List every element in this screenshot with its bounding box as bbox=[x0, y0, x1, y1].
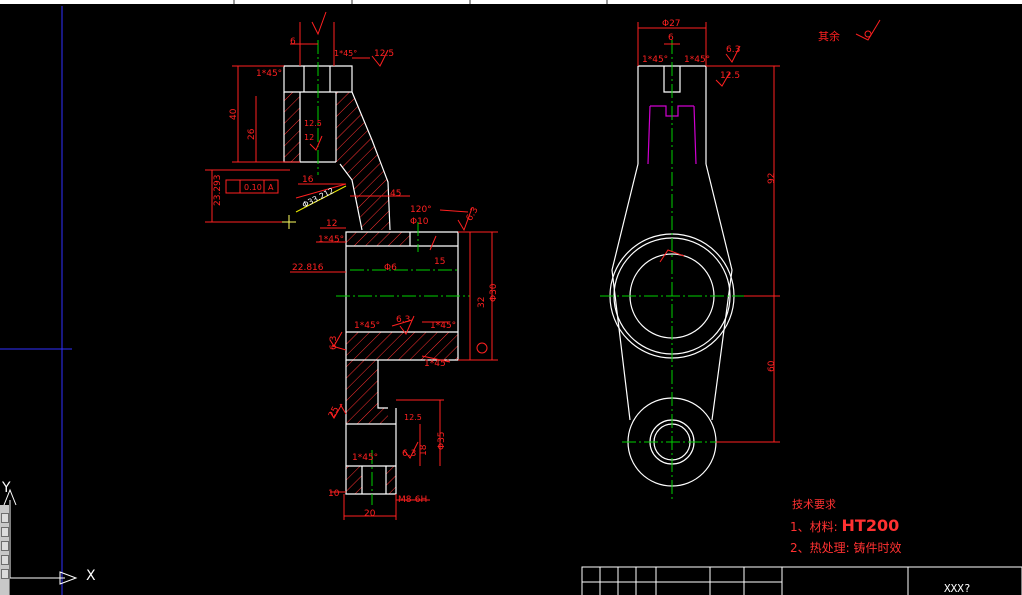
left-view-outline bbox=[283, 65, 459, 495]
tool-button-1[interactable] bbox=[1, 513, 9, 523]
dim-33212: Φ33.212 bbox=[301, 186, 336, 210]
dim-60: 60 bbox=[767, 360, 777, 372]
right-centerlines bbox=[600, 40, 744, 500]
dim-22816: 22.816 bbox=[292, 263, 324, 273]
left-section-view: 6 1*45° 12.5 1*45° 40 26 12.5 12 16 23.2… bbox=[205, 11, 499, 520]
dim-chamfer-r1: 1*45° bbox=[642, 55, 668, 65]
tool-button-3[interactable] bbox=[1, 541, 9, 551]
roughness-note: 其余 bbox=[818, 29, 840, 43]
tolerance-value: 0.10 bbox=[244, 183, 262, 192]
tech-item-1-value: HT200 bbox=[841, 516, 900, 535]
right-dimension-lines bbox=[637, 19, 881, 443]
ucs-icon bbox=[3, 488, 78, 585]
dim-phi6: Φ6 bbox=[384, 263, 397, 273]
dim-chamfer-mid: 1*45° bbox=[318, 235, 344, 245]
tech-item-2: 2、热处理: 铸件时效 bbox=[790, 541, 902, 555]
dim-125-right: 12.5 bbox=[720, 71, 740, 81]
dim-40: 40 bbox=[229, 108, 239, 120]
dim-phi35: Φ35 bbox=[437, 431, 447, 450]
dim-m8: M8-6H bbox=[398, 495, 427, 505]
dim-120deg: 120° bbox=[410, 205, 432, 215]
dim-23293: 23.293 bbox=[213, 175, 223, 207]
dim-6: 6 bbox=[290, 37, 296, 47]
tech-item-1-prefix: 1、材料: bbox=[790, 520, 838, 534]
dim-chamfer-top-right: 1*45° bbox=[334, 49, 357, 58]
ucs-y-label: Y bbox=[2, 480, 11, 496]
dim-20: 20 bbox=[364, 509, 376, 519]
dim-roughness-low: 12.5 bbox=[404, 413, 422, 422]
dim-16: 16 bbox=[302, 175, 314, 185]
ucs-x-label: X bbox=[86, 568, 96, 584]
dim-chamfer-top: 1*45° bbox=[256, 69, 282, 79]
dim-12: 12 bbox=[326, 219, 337, 229]
datum-a: A bbox=[268, 183, 274, 192]
dim-63-a: 6.3 bbox=[465, 206, 481, 223]
tool-button-5[interactable] bbox=[1, 569, 9, 579]
dim-32: 32 bbox=[477, 297, 487, 308]
dim-roughness-inner: 12.5 bbox=[304, 119, 322, 128]
dim-63-b: 6.3 bbox=[396, 315, 410, 325]
dim-chamfer-low: 1*45° bbox=[424, 359, 450, 369]
dim-12-upper: 12 bbox=[304, 133, 314, 142]
dim-92: 92 bbox=[767, 173, 777, 184]
dim-25: 25 bbox=[327, 405, 341, 420]
dim-chamfer-boss: 1*45° bbox=[352, 453, 378, 463]
dim-10: 10 bbox=[328, 489, 340, 499]
dim-chamfer-r2: 1*45° bbox=[684, 55, 710, 65]
dim-18: 18 bbox=[419, 444, 429, 456]
right-view: Φ27 6 1*45° 1*45° 6.3 12.5 92 60 其余 bbox=[600, 19, 881, 500]
dim-phi30: Φ30 bbox=[489, 283, 499, 302]
part-name: XXX? bbox=[944, 582, 971, 595]
dim-roughness-125: 12.5 bbox=[374, 49, 394, 59]
dim-63-right: 6.3 bbox=[726, 45, 740, 55]
dim-chamfer-bore-l: 1*45° bbox=[354, 321, 380, 331]
tool-button-4[interactable] bbox=[1, 555, 9, 565]
dim-phi10: Φ10 bbox=[410, 217, 429, 227]
tool-button-2[interactable] bbox=[1, 527, 9, 537]
dim-63-d: 6.3 bbox=[402, 449, 416, 459]
section-hatch bbox=[284, 92, 458, 494]
side-toolbar[interactable] bbox=[0, 505, 10, 595]
dim-6-right: 6 bbox=[668, 33, 674, 43]
tech-item-1: 1、材料: HT200 bbox=[790, 516, 902, 535]
crosshair-cursor bbox=[282, 215, 296, 229]
dim-63-c: 6.3 bbox=[329, 336, 339, 350]
tech-heading: 技术要求 bbox=[792, 498, 836, 511]
dim-45: 45 bbox=[390, 189, 401, 199]
tech-requirements: 技术要求 1、材料: HT200 2、热处理: 铸件时效 bbox=[790, 496, 902, 556]
dim-chamfer-bore-r: 1*45° bbox=[430, 321, 456, 331]
dim-26: 26 bbox=[247, 128, 257, 140]
ucs-lines bbox=[0, 6, 72, 595]
dim-phi27: Φ27 bbox=[662, 19, 681, 29]
dim-15: 15 bbox=[434, 257, 445, 267]
